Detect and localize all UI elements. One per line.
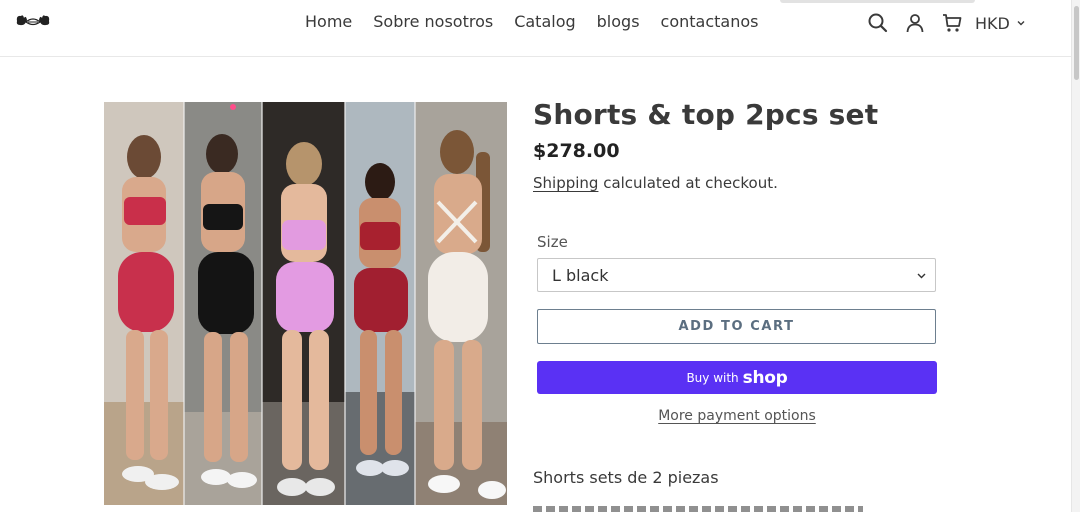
shipping-line: Shipping calculated at checkout. — [533, 174, 778, 192]
search-icon[interactable] — [867, 12, 889, 34]
page-scrollbar[interactable] — [1071, 0, 1080, 512]
chevron-down-icon — [1017, 21, 1025, 26]
buy-with-label: Buy with — [686, 370, 739, 385]
product-title: Shorts & top 2pcs set — [533, 98, 879, 131]
add-to-cart-button[interactable]: ADD TO CART — [537, 309, 936, 344]
nav-sobre-nosotros[interactable]: Sobre nosotros — [373, 12, 493, 31]
currency-label: HKD — [975, 13, 1010, 33]
store-logo[interactable] — [14, 12, 52, 30]
shipping-text: calculated at checkout. — [598, 174, 778, 192]
main-nav: Home Sobre nosotros Catalog blogs contac… — [305, 12, 758, 31]
chevron-down-icon — [917, 273, 926, 279]
product-image[interactable] — [104, 102, 507, 505]
shop-pay-logo: shop — [742, 367, 788, 388]
nav-home[interactable]: Home — [305, 12, 352, 31]
account-icon[interactable] — [904, 12, 926, 34]
overlay-shadow — [780, 0, 975, 3]
size-select[interactable]: L black — [537, 258, 936, 292]
nav-blogs[interactable]: blogs — [597, 12, 640, 31]
site-header: Home Sobre nosotros Catalog blogs contac… — [0, 0, 1071, 57]
buy-with-shop-button[interactable]: Buy with shop — [537, 361, 937, 394]
product-description: Shorts sets de 2 piezas — [533, 468, 719, 487]
shipping-link[interactable]: Shipping — [533, 174, 598, 192]
product-price: $278.00 — [533, 140, 620, 162]
header-icons: HKD — [867, 12, 1026, 34]
nav-contactanos[interactable]: contactanos — [661, 12, 759, 31]
description-next-line — [533, 506, 863, 512]
nav-catalog[interactable]: Catalog — [514, 12, 575, 31]
size-label: Size — [537, 233, 568, 251]
scrollbar-thumb[interactable] — [1074, 6, 1079, 80]
more-payment-options-link[interactable]: More payment options — [537, 408, 937, 424]
size-selected-value: L black — [552, 266, 609, 285]
currency-selector[interactable]: HKD — [975, 14, 1026, 33]
cart-icon[interactable] — [941, 12, 963, 34]
